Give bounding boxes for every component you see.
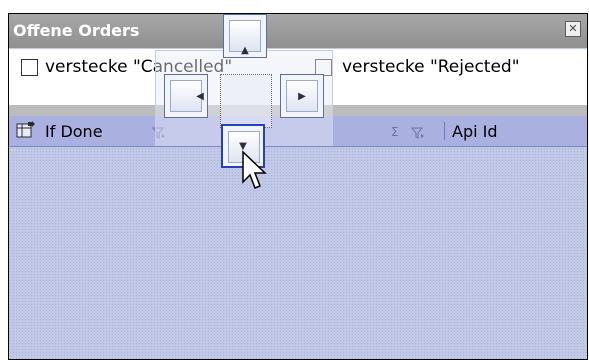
arrow-cursor-icon [241,150,269,198]
sum-icon[interactable]: Σ [391,125,399,139]
filter-icon[interactable] [410,125,425,144]
column-chooser-icon[interactable] [16,121,36,143]
hide-rejected-label[interactable]: verstecke "Rejected" [342,57,520,77]
dock-right-button[interactable]: ▶ [280,74,324,118]
column-header-if-done[interactable]: If Done [45,122,103,141]
dock-center-target[interactable] [220,74,272,128]
title-bar[interactable]: Offene Orders ✕ [9,14,587,48]
dock-top-button[interactable]: ▲ [223,14,267,58]
arrow-left-icon: ◀ [196,90,204,102]
grid-body[interactable] [9,147,587,359]
arrow-right-icon: ▶ [298,90,306,102]
column-header-api-id[interactable]: Api Id [452,122,498,141]
hide-cancelled-checkbox[interactable] [21,59,38,76]
column-divider[interactable] [444,122,445,140]
close-button[interactable]: ✕ [565,21,581,37]
panel-title: Offene Orders [13,21,140,40]
dock-left-button[interactable]: ◀ [164,74,208,118]
arrow-up-icon: ▲ [241,44,249,56]
